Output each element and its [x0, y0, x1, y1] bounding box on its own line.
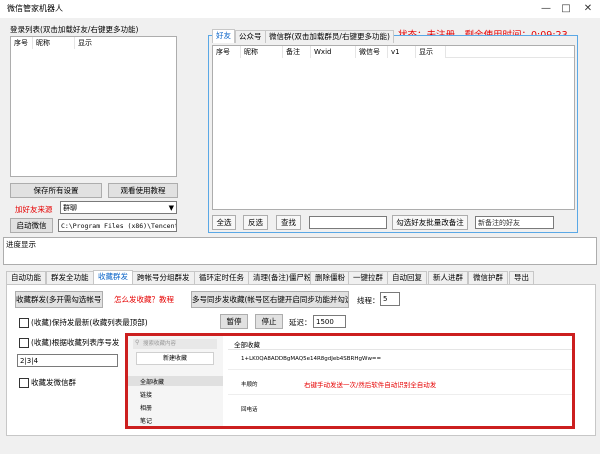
- select-all-button[interactable]: 全选: [212, 215, 236, 230]
- preview-divider: [228, 349, 572, 350]
- friends-col-wxid[interactable]: Wxid: [311, 46, 356, 58]
- add-friend-source-label: 加好友来源: [15, 205, 53, 214]
- friends-list-header: 序号 昵称 备注 Wxid 微信号 v1 显示: [213, 46, 574, 58]
- tab-wechat-groups[interactable]: 微信群(双击加载群员/右键更多功能): [265, 30, 394, 43]
- tab-mass-send[interactable]: 群发全功能: [46, 271, 94, 284]
- favorites-preview: 搜索收藏内容 ⚲ 新建收藏 全部收藏 链接 相册 笔记 全部收藏 1+LK0QA…: [125, 333, 575, 429]
- preview-divider: [228, 369, 572, 370]
- preview-new-note-label: 新建收藏: [162, 355, 187, 362]
- tab-group-guard[interactable]: 微信护群: [468, 271, 508, 284]
- tab-cross-account-broadcast[interactable]: 跨帐号分组群发: [132, 271, 195, 284]
- tab-favorites-broadcast[interactable]: 收藏群发: [93, 270, 133, 284]
- progress-box: 进度显示: [3, 237, 597, 265]
- new-remark-input[interactable]: 新备注的好友: [475, 216, 554, 229]
- minimize-icon[interactable]: —: [536, 0, 556, 18]
- delay-input[interactable]: 1500: [313, 315, 346, 328]
- thread-count-input[interactable]: 5: [380, 292, 400, 306]
- send-to-groups-checkbox[interactable]: [19, 378, 29, 388]
- login-col-index[interactable]: 序号: [11, 37, 33, 49]
- tab-new-member-welcome[interactable]: 新人进群: [428, 271, 468, 284]
- chevron-down-icon: ▼: [168, 204, 174, 212]
- batch-remark-button[interactable]: 勾选好友批量改备注: [392, 215, 468, 230]
- friends-col-remark[interactable]: 备注: [283, 46, 311, 58]
- tab-auto-functions[interactable]: 自动功能: [6, 271, 46, 284]
- preview-item-2: 丰顺的: [241, 382, 258, 388]
- search-input[interactable]: [309, 216, 387, 229]
- friends-col-display[interactable]: 显示: [416, 46, 446, 58]
- search-icon: ⚲: [135, 339, 140, 346]
- add-friend-source-select[interactable]: 群聊 ▼: [60, 201, 177, 214]
- preview-new-note-button: 新建收藏: [136, 352, 214, 365]
- tab-official-accounts[interactable]: 公众号: [235, 30, 266, 43]
- view-tutorial-button[interactable]: 观看使用教程: [108, 183, 178, 198]
- send-to-groups-label: 收藏发微信群: [31, 378, 76, 387]
- friends-col-wechat-id[interactable]: 微信号: [356, 46, 388, 58]
- preview-search-text: 搜索收藏内容: [143, 341, 177, 347]
- preview-side-item-notes: 笔记: [140, 418, 153, 425]
- by-index-label: (收藏)根据收藏列表序号发: [31, 338, 120, 347]
- search-button[interactable]: 查找: [276, 215, 301, 230]
- maximize-icon[interactable]: □: [556, 0, 576, 18]
- preview-item-1: 1+LK0QA8ADDBgMAQ5e14R8gdJeb4SBRHgWw==: [241, 356, 382, 362]
- wechat-path-input[interactable]: C:\Program Files (x86)\Tencent\We: [58, 219, 177, 232]
- favorite-index-input[interactable]: 2|3|4: [17, 354, 118, 367]
- login-list-title: 登录列表(双击加载好友/右键更多功能): [10, 25, 139, 34]
- save-all-settings-button[interactable]: 保存所有设置: [10, 183, 102, 198]
- tab-delete-zombies[interactable]: 删除僵粉: [310, 271, 350, 284]
- login-col-nickname[interactable]: 昵称: [33, 37, 75, 49]
- favorites-broadcast-button[interactable]: 收藏群发(多开需勾选帐号): [15, 291, 103, 308]
- friends-panel: 好友 公众号 微信群(双击加载群员/右键更多功能) 序号 昵称 备注 Wxid …: [208, 29, 578, 233]
- preview-item-3: 回电话: [241, 407, 258, 413]
- login-col-display[interactable]: 显示: [75, 37, 176, 49]
- friends-tabs: 好友 公众号 微信群(双击加载群员/右键更多功能): [212, 29, 412, 44]
- preview-side-item-links: 链接: [140, 392, 153, 399]
- thread-label: 线程：: [357, 296, 380, 305]
- tab-export[interactable]: 导出: [509, 271, 534, 284]
- login-list[interactable]: 序号 昵称 显示: [10, 36, 177, 177]
- friends-col-index[interactable]: 序号: [213, 46, 241, 58]
- how-to-send-favorites-link[interactable]: 怎么发收藏？教程: [114, 294, 174, 305]
- start-wechat-button[interactable]: 启动微信: [10, 218, 53, 233]
- friends-list[interactable]: 序号 昵称 备注 Wxid 微信号 v1 显示: [212, 45, 575, 210]
- pause-button[interactable]: 暂停: [220, 314, 248, 329]
- main-tabs: 自动功能 群发全功能 收藏群发 跨帐号分组群发 循环定时任务 清理(备注)僵尸粉…: [6, 270, 596, 285]
- preview-header: 全部收藏: [234, 341, 260, 349]
- progress-label: 进度显示: [6, 240, 36, 249]
- preview-search-box: 搜索收藏内容: [133, 339, 217, 349]
- friends-col-v1[interactable]: v1: [388, 46, 416, 58]
- status-bar: [0, 439, 600, 454]
- close-icon[interactable]: ✕: [578, 0, 598, 18]
- preview-divider: [228, 394, 572, 395]
- tab-auto-reply[interactable]: 自动回复: [387, 271, 427, 284]
- tab-clean-zombies[interactable]: 清理(备注)僵尸粉: [248, 271, 317, 284]
- window-title: 微信管家机器人: [7, 4, 63, 13]
- login-list-header: 序号 昵称 显示: [11, 37, 176, 49]
- delay-label: 延迟：: [289, 318, 312, 327]
- keep-latest-label: (收藏)保持发最新(收藏列表最顶部): [31, 318, 148, 327]
- tab-one-click-group[interactable]: 一键拉群: [348, 271, 388, 284]
- add-friend-source-value: 群聊: [63, 204, 77, 212]
- tab-friends[interactable]: 好友: [212, 29, 235, 43]
- title-bar: 微信管家机器人 — □ ✕: [0, 0, 600, 18]
- invert-selection-button[interactable]: 反选: [243, 215, 268, 230]
- stop-button[interactable]: 停止: [255, 314, 283, 329]
- by-index-checkbox[interactable]: [19, 338, 29, 348]
- preview-annotation: 右键手动发送一次/然后软件自动识别全自动发: [304, 381, 437, 389]
- preview-side-item-all: 全部收藏: [140, 379, 165, 386]
- friends-col-nickname[interactable]: 昵称: [241, 46, 283, 58]
- app-window: 微信管家机器人 — □ ✕ 登录列表(双击加载好友/右键更多功能) 序号 昵称 …: [0, 0, 600, 454]
- preview-sidebar: 搜索收藏内容 ⚲ 新建收藏 全部收藏 链接 相册 笔记: [128, 336, 223, 426]
- keep-latest-checkbox[interactable]: [19, 318, 29, 328]
- tab-scheduled-tasks[interactable]: 循环定时任务: [194, 271, 249, 284]
- preview-side-item-albums: 相册: [140, 405, 153, 412]
- multi-account-sync-button[interactable]: 多号同步发收藏(帐号区右键开启同步功能并勾选): [191, 291, 349, 308]
